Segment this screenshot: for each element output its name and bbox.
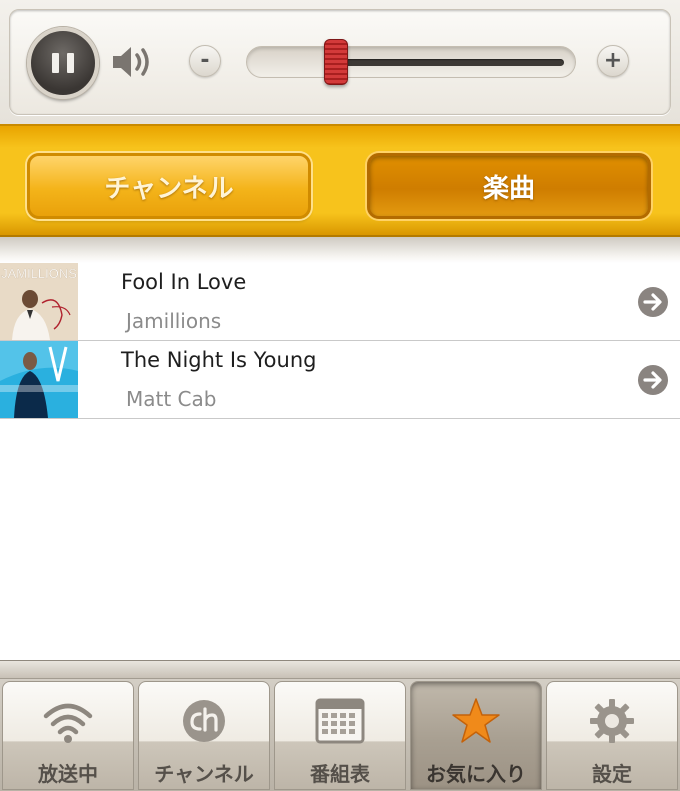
volume-slider-groove (335, 59, 564, 66)
calendar-icon (315, 698, 365, 744)
song-title: The Night Is Young (121, 348, 317, 372)
song-title: Fool In Love (121, 270, 247, 294)
tab-label: 放送中 (38, 762, 98, 786)
speaker-icon (113, 47, 149, 77)
tab-bar: 放送中 チャンネル 番組表 お気に入り 設定 (0, 660, 680, 791)
song-artist: Jamillions (126, 309, 222, 333)
segment-control: チャンネル 楽曲 (0, 124, 680, 237)
volume-slider-thumb[interactable] (324, 39, 348, 85)
pause-icon-bar-right (67, 53, 74, 73)
list-item[interactable]: The Night Is Young Matt Cab (0, 341, 680, 419)
arrow-right-icon[interactable] (637, 364, 669, 396)
volume-slider[interactable] (246, 39, 576, 85)
pause-button[interactable] (27, 27, 99, 99)
tab-favorites[interactable]: お気に入り (410, 681, 542, 790)
wifi-icon (43, 703, 93, 743)
tab-now-playing[interactable]: 放送中 (2, 681, 134, 790)
tab-schedule[interactable]: 番組表 (274, 681, 406, 790)
song-list: JAMILLIONS Fool In Love Jamillions The N… (0, 263, 680, 419)
pause-icon-bar-left (52, 53, 59, 73)
segment-channel-button[interactable]: チャンネル (27, 153, 311, 219)
player-area: - + (0, 0, 680, 124)
album-art: JAMILLIONS (0, 263, 78, 340)
tab-settings[interactable]: 設定 (546, 681, 678, 790)
tab-channel[interactable]: チャンネル (138, 681, 270, 790)
tab-label: チャンネル (154, 762, 254, 786)
tab-label: 設定 (592, 762, 632, 786)
segment-songs-button[interactable]: 楽曲 (367, 153, 651, 219)
gear-icon (590, 699, 634, 743)
album-art-image: JAMILLIONS (0, 263, 78, 340)
ch-icon (183, 700, 225, 742)
svg-text:JAMILLIONS: JAMILLIONS (1, 266, 77, 281)
arrow-right-icon[interactable] (637, 286, 669, 318)
list-item[interactable]: JAMILLIONS Fool In Love Jamillions (0, 263, 680, 341)
volume-down-button[interactable]: - (189, 45, 221, 77)
volume-up-button[interactable]: + (597, 45, 629, 77)
tab-label: お気に入り (426, 762, 526, 786)
album-art (0, 341, 78, 418)
album-art-image (0, 341, 78, 418)
star-icon (452, 698, 500, 743)
segment-shadow (0, 237, 680, 263)
tab-label: 番組表 (310, 762, 370, 786)
song-artist: Matt Cab (126, 387, 217, 411)
tab-bar-rail (0, 661, 680, 679)
